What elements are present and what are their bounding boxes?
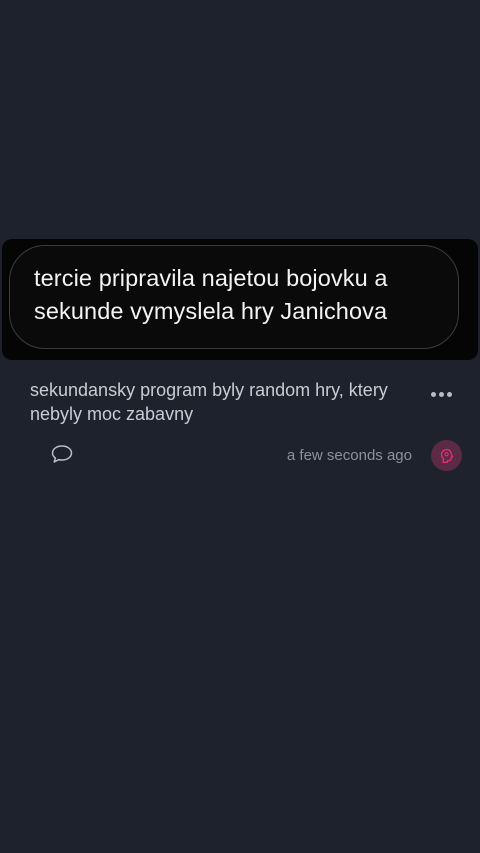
reply-button[interactable] — [49, 442, 75, 466]
avatar[interactable] — [431, 440, 462, 471]
speech-bubble-icon — [51, 445, 73, 463]
more-horizontal-icon — [430, 391, 436, 397]
user-avatar-icon — [440, 448, 453, 463]
timestamp: a few seconds ago — [286, 447, 412, 464]
more-options-button[interactable] — [426, 384, 456, 404]
more-horizontal-icon-dot — [446, 391, 452, 397]
more-horizontal-icon-dot — [438, 391, 444, 397]
quote-text: tercie pripravila najetou bojovku a seku… — [34, 265, 388, 324]
comment-text: sekundansky program byly random hry, kte… — [30, 380, 388, 424]
